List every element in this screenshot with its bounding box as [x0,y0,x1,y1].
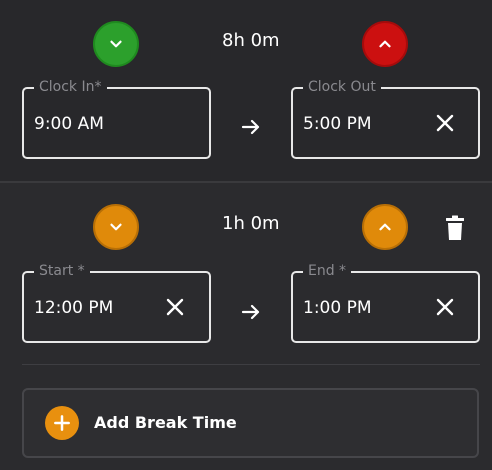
break-start-value: 12:00 PM [34,298,114,318]
shift-decrease-button[interactable] [93,21,139,67]
clock-in-value: 9:00 AM [34,114,104,134]
shift-duration: 8h 0m [222,30,280,51]
break-end-clear-icon[interactable] [433,295,457,319]
trash-icon[interactable] [443,215,467,241]
break-end-value: 1:00 PM [303,298,372,318]
break-duration: 1h 0m [222,213,280,234]
chevron-down-icon [110,40,122,48]
plus-icon [45,406,79,440]
chevron-up-icon [379,223,391,231]
break-start-label: Start * [34,262,90,280]
shift-increase-button[interactable] [362,21,408,67]
break-divider [22,364,480,365]
clock-in-field[interactable]: Clock In* 9:00 AM [22,78,211,159]
add-break-label: Add Break Time [94,413,237,432]
chevron-down-icon [110,223,122,231]
clock-in-label: Clock In* [34,78,107,96]
clock-out-label: Clock Out [303,78,381,96]
break-end-label: End * [303,262,352,280]
break-end-field[interactable]: End * 1:00 PM [291,262,480,343]
break-start-field[interactable]: Start * 12:00 PM [22,262,211,343]
break-section: 1h 0m Start * 12:00 PM End * 1:00 PM Add… [0,183,492,470]
break-increase-button[interactable] [362,204,408,250]
chevron-up-icon [379,40,391,48]
arrow-right-icon [241,119,260,135]
time-entry-editor: 8h 0m Clock In* 9:00 AM Clock Out 5:00 P… [0,0,492,470]
clock-out-field[interactable]: Clock Out 5:00 PM [291,78,480,159]
clock-out-clear-icon[interactable] [433,111,457,135]
arrow-right-icon [241,304,260,320]
add-break-button[interactable]: Add Break Time [22,388,479,458]
clock-out-value: 5:00 PM [303,114,372,134]
break-start-clear-icon[interactable] [163,295,187,319]
break-decrease-button[interactable] [93,204,139,250]
shift-section: 8h 0m Clock In* 9:00 AM Clock Out 5:00 P… [0,0,492,181]
